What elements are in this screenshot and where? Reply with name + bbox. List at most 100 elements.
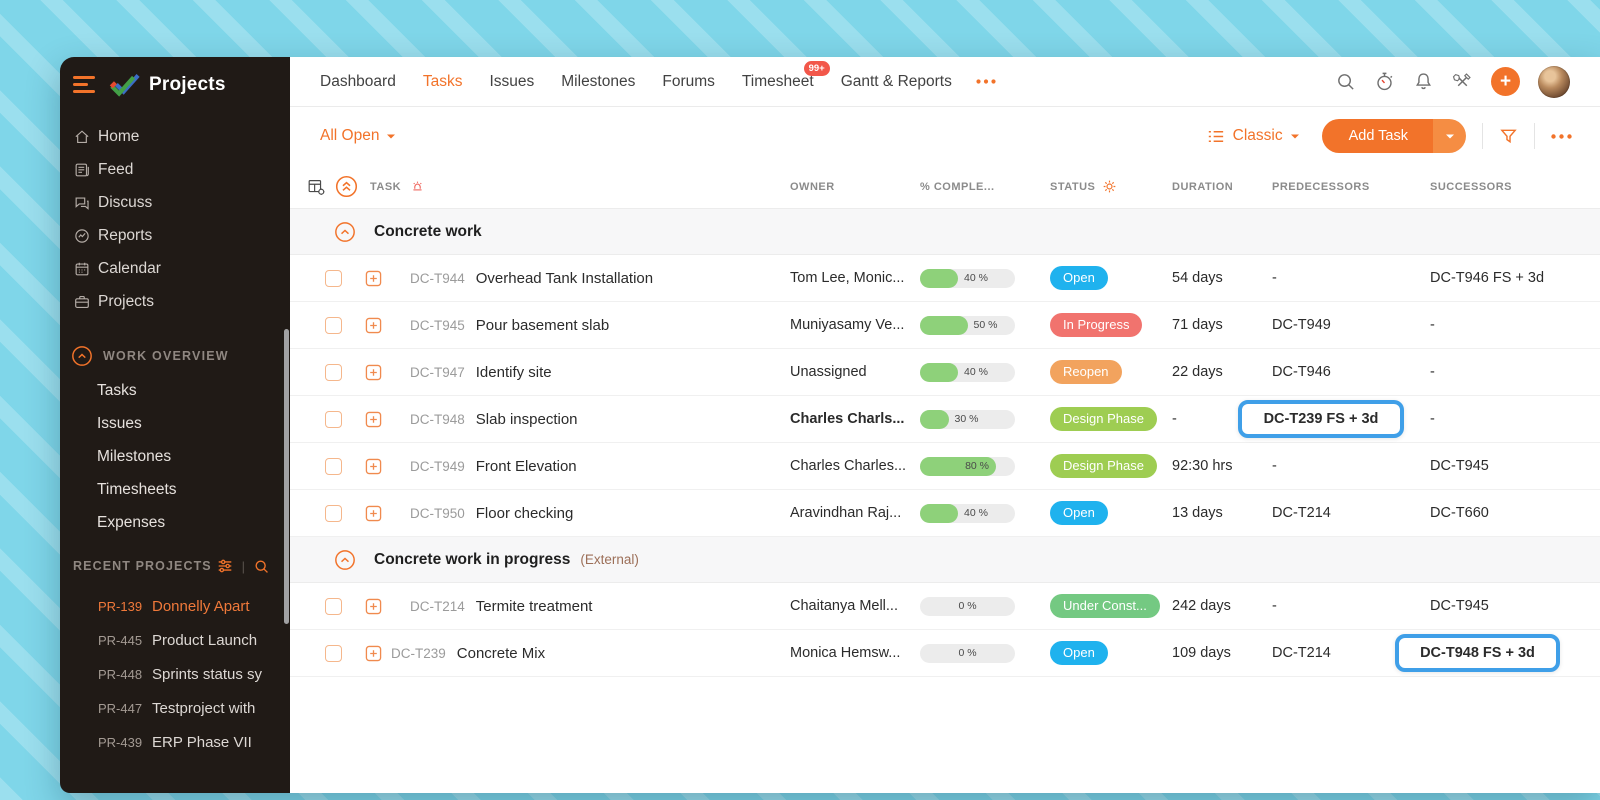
status-badge[interactable]: Under Const... (1050, 594, 1160, 618)
add-task-button[interactable]: Add Task (1321, 119, 1433, 153)
work-overview-item-expenses[interactable]: Expenses (60, 506, 290, 539)
notifications-bell-icon[interactable] (1413, 71, 1434, 92)
task-owner[interactable]: Tom Lee, Monic... (790, 270, 920, 286)
topnav-item-issues[interactable]: Issues (489, 73, 534, 91)
column-task[interactable]: TASK (370, 181, 401, 193)
expand-subtasks-icon[interactable] (365, 317, 382, 334)
group-collapse-icon[interactable] (334, 549, 356, 571)
project-search-icon[interactable] (253, 558, 270, 575)
predecessor-value[interactable]: - (1272, 458, 1277, 474)
task-name[interactable]: Front Elevation (476, 458, 577, 475)
work-overview-header[interactable]: WORK OVERVIEW (60, 342, 290, 370)
predecessor-value[interactable]: DC-T949 (1272, 317, 1331, 333)
task-row-dc-t950[interactable]: DC-T950 Floor checking Aravindhan Raj...… (290, 490, 1600, 537)
filter-funnel-icon[interactable] (1499, 127, 1518, 146)
task-name[interactable]: Pour basement slab (476, 317, 609, 334)
successor-value[interactable]: - (1430, 317, 1435, 333)
recent-project-pr-447[interactable]: PR-447 Testproject with (60, 691, 290, 725)
column-owner[interactable]: OWNER (790, 181, 920, 193)
status-badge[interactable]: Open (1050, 641, 1108, 665)
task-checkbox[interactable] (325, 597, 342, 615)
task-checkbox[interactable] (325, 504, 342, 522)
task-name[interactable]: Slab inspection (476, 411, 578, 428)
sidebar-scrollbar[interactable] (284, 329, 289, 624)
search-icon[interactable] (1335, 71, 1356, 92)
view-mode-dropdown[interactable]: Classic (1207, 127, 1300, 146)
expand-subtasks-icon[interactable] (365, 458, 382, 475)
successor-value[interactable]: DC-T660 (1430, 505, 1489, 521)
successor-value[interactable]: DC-T945 (1430, 458, 1489, 474)
work-overview-item-tasks[interactable]: Tasks (60, 374, 290, 407)
predecessor-value[interactable]: DC-T214 (1272, 645, 1331, 661)
task-name[interactable]: Concrete Mix (457, 645, 545, 662)
sidebar-item-projects[interactable]: Projects (60, 285, 290, 318)
task-row-dc-t944[interactable]: DC-T944 Overhead Tank Installation Tom L… (290, 255, 1600, 302)
group-collapse-icon[interactable] (334, 221, 356, 243)
task-checkbox[interactable] (325, 457, 342, 475)
predecessor-value[interactable]: DC-T946 (1272, 364, 1331, 380)
topnav-item-dashboard[interactable]: Dashboard (320, 73, 396, 91)
task-owner[interactable]: Monica Hemsw... (790, 645, 920, 661)
column-settings-icon[interactable] (306, 177, 326, 197)
sidebar-item-feed[interactable]: Feed (60, 153, 290, 186)
task-owner[interactable]: Charles Charls... (790, 411, 920, 427)
column-complete[interactable]: % COMPLE... (920, 181, 1050, 193)
section-collapse-icon[interactable] (71, 345, 93, 367)
add-task-caret[interactable] (1433, 119, 1466, 153)
expand-subtasks-icon[interactable] (365, 411, 382, 428)
hamburger-menu-icon[interactable] (73, 76, 95, 93)
task-checkbox[interactable] (325, 363, 342, 381)
nav-more-icon[interactable] (976, 79, 996, 84)
sidebar-item-discuss[interactable]: Discuss (60, 186, 290, 219)
status-badge[interactable]: Open (1050, 266, 1108, 290)
status-badge[interactable]: Open (1050, 501, 1108, 525)
sidebar-item-home[interactable]: Home (60, 120, 290, 153)
predecessor-value[interactable]: DC-T239 FS + 3d (1238, 400, 1404, 438)
expand-subtasks-icon[interactable] (365, 505, 382, 522)
topnav-item-gantt-reports[interactable]: Gantt & Reports (841, 73, 952, 91)
task-name[interactable]: Floor checking (476, 505, 574, 522)
topnav-item-forums[interactable]: Forums (662, 73, 715, 91)
task-owner[interactable]: Muniyasamy Ve... (790, 317, 920, 333)
column-predecessors[interactable]: PREDECESSORS (1272, 181, 1430, 193)
task-owner[interactable]: Charles Charles... (790, 458, 920, 474)
work-overview-item-timesheets[interactable]: Timesheets (60, 473, 290, 506)
predecessor-value[interactable]: - (1272, 270, 1277, 286)
predecessor-value[interactable]: - (1272, 598, 1277, 614)
sidebar-item-calendar[interactable]: Calendar (60, 252, 290, 285)
topnav-item-milestones[interactable]: Milestones (561, 73, 635, 91)
predecessor-value[interactable]: DC-T214 (1272, 505, 1331, 521)
successor-value[interactable]: DC-T948 FS + 3d (1395, 634, 1560, 672)
sort-sliders-icon[interactable] (216, 557, 234, 575)
task-row-dc-t949[interactable]: DC-T949 Front Elevation Charles Charles.… (290, 443, 1600, 490)
task-checkbox[interactable] (325, 269, 342, 287)
recent-project-pr-439[interactable]: PR-439 ERP Phase VII (60, 725, 290, 759)
work-overview-item-milestones[interactable]: Milestones (60, 440, 290, 473)
task-row-dc-t948[interactable]: DC-T948 Slab inspection Charles Charls..… (290, 396, 1600, 443)
expand-subtasks-icon[interactable] (365, 598, 382, 615)
task-owner[interactable]: Aravindhan Raj... (790, 505, 920, 521)
status-badge[interactable]: Design Phase (1050, 454, 1157, 478)
expand-subtasks-icon[interactable] (365, 645, 382, 662)
task-checkbox[interactable] (325, 316, 342, 334)
task-checkbox[interactable] (325, 644, 342, 662)
successor-value[interactable]: - (1430, 411, 1435, 427)
recent-project-pr-139[interactable]: PR-139 Donnelly Apart (60, 589, 290, 623)
status-badge[interactable]: Design Phase (1050, 407, 1157, 431)
add-task-split-button[interactable]: Add Task (1321, 119, 1466, 153)
task-group-header[interactable]: Concrete work (290, 209, 1600, 255)
recent-project-pr-445[interactable]: PR-445 Product Launch (60, 623, 290, 657)
collapse-all-icon[interactable] (335, 175, 358, 198)
column-status[interactable]: STATUS (1050, 181, 1095, 193)
work-overview-item-issues[interactable]: Issues (60, 407, 290, 440)
recent-project-pr-448[interactable]: PR-448 Sprints status sy (60, 657, 290, 691)
more-options-icon[interactable] (1551, 133, 1572, 139)
status-badge[interactable]: Reopen (1050, 360, 1122, 384)
expand-subtasks-icon[interactable] (365, 364, 382, 381)
expand-subtasks-icon[interactable] (365, 270, 382, 287)
timer-icon[interactable] (1374, 71, 1395, 92)
task-name[interactable]: Termite treatment (476, 598, 593, 615)
successor-value[interactable]: DC-T945 (1430, 598, 1489, 614)
task-group-header[interactable]: Concrete work in progress (External) (290, 537, 1600, 583)
task-row-dc-t945[interactable]: DC-T945 Pour basement slab Muniyasamy Ve… (290, 302, 1600, 349)
